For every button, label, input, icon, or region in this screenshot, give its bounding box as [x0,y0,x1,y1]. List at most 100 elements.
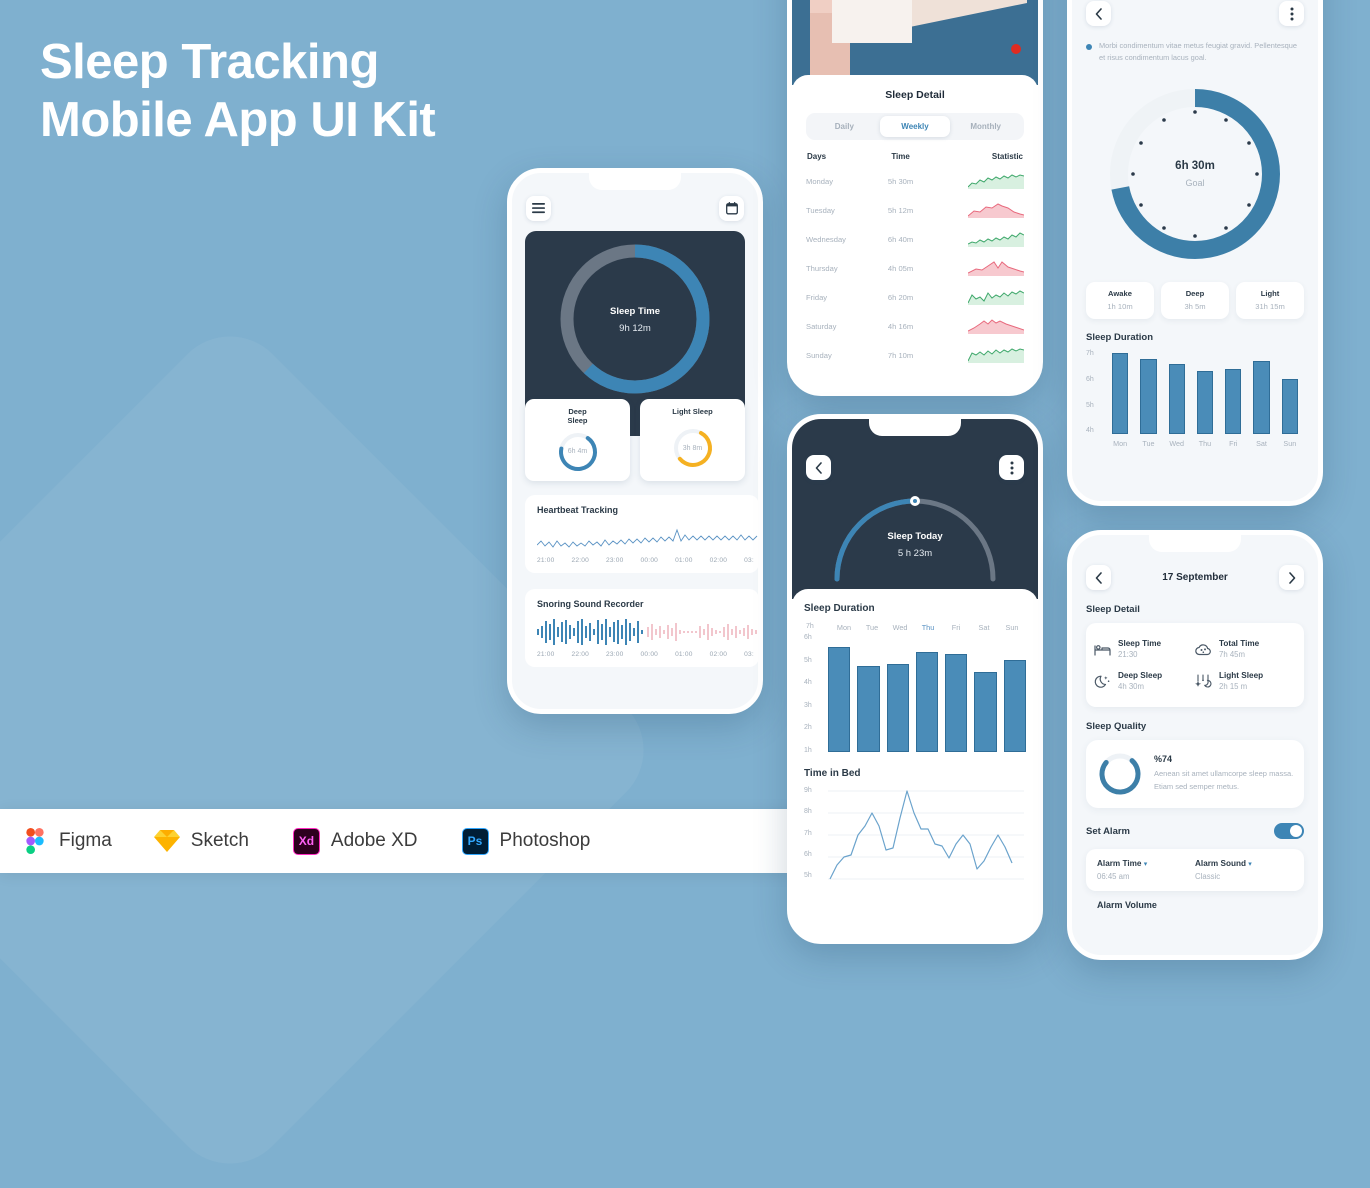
alarm-time-column[interactable]: Alarm Time ▾ 06:45 am [1097,859,1195,881]
day-label: Sun [1005,623,1019,632]
snoring-panel: Snoring Sound Recorder 21:00 22:00 23:00… [525,589,758,667]
tab-weekly[interactable]: Weekly [879,116,951,137]
sleep-stats-row: Awake 1h 10m Deep 3h 5m Light 31h 15m [1086,282,1304,320]
bar[interactable] [915,652,939,752]
sparkline-up-icon [967,347,1025,363]
table-row[interactable]: Tuesday 5h 12m [806,196,1025,225]
goal-donut-chart: 6h 30m Goal [1095,76,1295,272]
tab-monthly[interactable]: Monthly [950,116,1021,137]
bar[interactable] [1140,358,1157,435]
light-sleep-card[interactable]: Light Sleep 3h 8m [640,399,745,481]
sleep-quality-title: Sleep Quality [1086,721,1147,732]
hamburger-icon[interactable] [526,195,551,221]
phone-notch [1149,535,1241,552]
detail-sleep-time[interactable]: Sleep Time 21:30 [1094,633,1195,665]
table-header-row: Days Time Statistic [806,151,1024,167]
phone-mockup-goal: Morbi condimentum vitae metus feugiat gr… [1067,0,1323,506]
detail-light-sleep[interactable]: Light Sleep 2h 15 m [1195,665,1296,697]
tick-label: 02:00 [709,557,728,564]
calendar-icon[interactable] [719,195,744,221]
tab-daily[interactable]: Daily [809,116,880,137]
figma-logo-icon [22,828,48,854]
bar[interactable] [857,666,880,752]
table-row[interactable]: Saturday 4h 16m [806,312,1025,341]
adobexd-mark: Xd [298,834,315,848]
alarm-time-value: 06:45 am [1097,872,1130,881]
stat-key: Deep [1185,289,1205,299]
detail-deep-sleep[interactable]: Deep Sleep 4h 30m [1094,665,1195,697]
table-row[interactable]: Sunday 7h 10m [806,341,1025,370]
y-tick: 6h [804,634,812,641]
moon-icon [1094,675,1110,688]
chevron-down-icon[interactable]: ▾ [1248,861,1252,868]
goal-note-text: Morbi condimentum vitae metus feugiat gr… [1099,41,1298,63]
snoring-title: Snoring Sound Recorder [537,599,644,609]
bar[interactable] [974,672,997,752]
table-row[interactable]: Friday 6h 20m [806,283,1025,312]
chevron-down-icon[interactable]: ▾ [1144,861,1148,868]
phone-mockup-dashboard: Sleep Time 9h 12m Deep Sleep 6h 4m Light … [507,168,763,714]
stat-card-awake[interactable]: Awake 1h 10m [1086,282,1154,320]
chevron-left-icon[interactable] [1086,565,1111,590]
phone-mockup-sleep-detail: Sleep Detail Daily Weekly Monthly Days T… [787,0,1043,396]
chevron-left-icon[interactable] [1086,1,1111,26]
cell-sparkline [923,225,1025,254]
tool-figma[interactable]: Figma [22,828,112,854]
detail-total-time[interactable]: Total Time 7h 45m [1195,633,1296,665]
day-label: Thu [1198,439,1212,449]
set-alarm-toggle[interactable] [1274,823,1304,839]
bar[interactable] [1196,371,1214,435]
cell-sparkline [923,341,1025,370]
cell-time: 5h 12m [887,206,914,215]
photoshop-mark: Ps [467,834,483,848]
day-label: Sat [1256,439,1267,449]
table-row[interactable]: Wednesday 6h 40m [806,225,1025,254]
sparkline-up-icon [967,173,1025,189]
col-time: Time [891,152,910,161]
stat-card-light[interactable]: Light 31h 15m [1236,282,1304,320]
sleep-detail-title: Sleep Detail [1086,604,1140,615]
bed-icon [1094,645,1111,656]
tick-label: 23:00 [606,651,624,658]
stat-card-deep[interactable]: Deep 3h 5m [1161,282,1229,320]
bar[interactable] [1253,361,1270,435]
cell-time: 6h 40m [887,235,914,244]
deep-sleep-label: Deep Sleep [567,407,588,426]
detail-value: 21:30 [1118,650,1138,659]
table-row[interactable]: Thursday 4h 05m [806,254,1025,283]
bar[interactable] [828,647,851,752]
alarm-time-text: Alarm Time [1097,859,1142,868]
detail-value: 7h 45m [1219,650,1246,659]
detail-key: Total Time [1219,639,1260,648]
col-statistic: Statistic [991,152,1023,161]
goal-note: Morbi condimentum vitae metus feugiat gr… [1086,40,1304,64]
bar[interactable] [1168,363,1185,435]
day-label: Wed [892,623,908,632]
stars-icon [1195,673,1212,687]
tool-photoshop[interactable]: Ps Photoshop [461,827,590,855]
page-title-line1: Sleep Tracking [40,35,379,89]
sleep-time-label: Sleep Time [610,306,660,317]
snoring-x-axis: 21:00 22:00 23:00 00:00 01:00 02:00 03: [537,651,758,658]
page-title-line2: Mobile App UI Kit [40,92,436,147]
kebab-menu-icon[interactable] [1279,1,1304,26]
table-row[interactable]: Monday 5h 30m [806,167,1025,196]
tick-label: 00:00 [640,651,659,658]
heartbeat-title: Heartbeat Tracking [537,505,619,515]
day-label-active: Thu [921,623,935,632]
deep-sleep-card[interactable]: Deep Sleep 6h 4m [525,399,630,481]
bar[interactable] [1225,369,1242,435]
bar[interactable] [1112,353,1129,435]
tool-adobe-xd[interactable]: Xd Adobe XD [292,827,418,855]
bar[interactable] [886,663,909,752]
bar[interactable] [1003,660,1026,752]
alarm-sound-column[interactable]: Alarm Sound ▾ Classic [1195,859,1293,881]
tool-sketch[interactable]: Sketch [153,828,249,854]
day-label: Tue [865,623,879,632]
chevron-right-icon[interactable] [1279,565,1304,590]
bar[interactable] [1281,378,1298,435]
sleep-detail-sheet: Sleep Detail Daily Weekly Monthly Days T… [792,75,1038,391]
snoring-waveform-chart [537,619,757,645]
bar[interactable] [945,654,968,752]
sleep-illustration [792,0,1038,85]
